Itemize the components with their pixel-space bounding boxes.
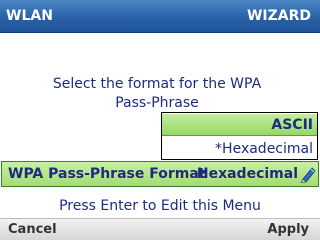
softkey-bar: Cancel Apply <box>0 218 320 240</box>
edit-hint: Press Enter to Edit this Menu <box>59 198 261 214</box>
app-title: WLAN <box>6 8 53 24</box>
wpa-passphrase-format-row[interactable]: WPA Pass-Phrase Format Hexadecimal <box>1 161 319 187</box>
format-dropdown-list[interactable]: ASCII *Hexadecimal <box>161 112 318 160</box>
instruction-line-1: Select the format for the WPA <box>52 76 262 92</box>
option-hexadecimal[interactable]: *Hexadecimal <box>162 138 317 160</box>
title-bar: WLAN WIZARD <box>0 0 320 33</box>
setting-value: Hexadecimal <box>196 166 298 182</box>
option-ascii[interactable]: ASCII <box>162 114 317 136</box>
pencil-icon[interactable] <box>300 165 316 183</box>
instruction-text: Select the format for the WPA Pass-Phras… <box>0 75 314 113</box>
apply-softkey[interactable]: Apply <box>267 222 309 237</box>
setting-label: WPA Pass-Phrase Format <box>8 166 206 182</box>
cancel-softkey[interactable]: Cancel <box>8 222 57 237</box>
instruction-line-2: Pass-Phrase <box>115 95 199 111</box>
mode-title: WIZARD <box>246 8 311 24</box>
